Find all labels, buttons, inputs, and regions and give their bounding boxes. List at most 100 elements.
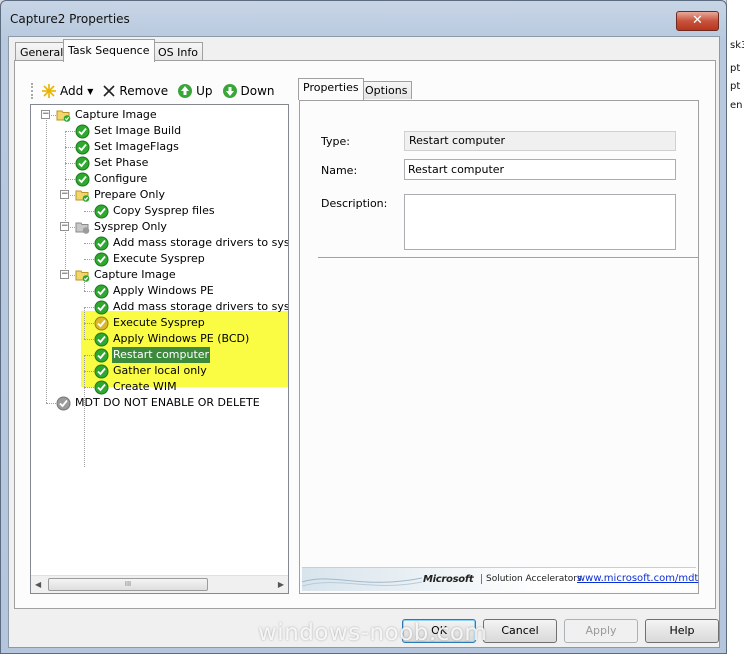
toolbar-grip — [31, 83, 37, 99]
up-button[interactable]: Up — [177, 83, 213, 99]
folder-check-icon — [75, 270, 90, 282]
tree-item[interactable]: Capture Image — [75, 267, 177, 283]
tree-connector-line — [65, 131, 66, 273]
tree-item[interactable]: Add mass storage drivers to sysprep.ii — [94, 299, 288, 315]
check-icon — [94, 252, 109, 266]
scroll-thumb[interactable]: III — [48, 578, 208, 591]
tree-connector-line — [46, 113, 47, 403]
add-label: Add — [60, 84, 84, 98]
tree-item[interactable]: Create WIM — [94, 379, 178, 395]
task-sequence-tree[interactable]: − Capture Image Set Image Build Set ImageFl… — [30, 104, 289, 594]
folder-check-icon — [56, 110, 71, 122]
tree-expander-icon[interactable]: − — [41, 110, 50, 119]
arrow-up-icon — [178, 84, 193, 98]
background-text: en — [730, 100, 743, 111]
tree-item[interactable]: Gather local only — [94, 363, 208, 379]
tab-task-sequence[interactable]: Task Sequence — [63, 39, 155, 62]
tree-item-label: Set Image Build — [94, 124, 182, 137]
down-button[interactable]: Down — [222, 83, 275, 99]
tree-item[interactable]: Set ImageFlags — [75, 139, 180, 155]
tree-item[interactable]: Sysprep Only — [75, 219, 168, 235]
description-label: Description: — [321, 197, 388, 210]
tree-connector-line — [46, 403, 56, 404]
tree-connector-line — [65, 147, 75, 148]
tree-item-label: Sysprep Only — [94, 220, 167, 233]
check-icon — [75, 124, 90, 138]
check-icon — [75, 156, 90, 170]
background-window: sk3 pt pt en — [726, 0, 744, 654]
tab-properties[interactable]: Properties — [298, 78, 364, 100]
banner-wave-graphic — [302, 577, 422, 587]
remove-button[interactable]: Remove — [102, 84, 168, 98]
tree-item[interactable]: MDT DO NOT ENABLE OR DELETE — [56, 395, 261, 411]
tree-item[interactable]: Prepare Only — [75, 187, 166, 203]
mdt-link[interactable]: www.microsoft.com/mdt — [577, 573, 698, 584]
tree-item-label: Set ImageFlags — [94, 140, 179, 153]
tree-item-label: MDT DO NOT ENABLE OR DELETE — [75, 396, 260, 409]
tree-item[interactable]: Add mass storage drivers to sysprep.ii — [94, 235, 288, 251]
tree-expander-icon[interactable]: − — [60, 270, 69, 279]
title-bar[interactable]: Capture2 Properties ✕ — [1, 1, 726, 35]
tree-content: − Capture Image Set Image Build Set ImageFl… — [31, 105, 288, 575]
close-button[interactable]: ✕ — [676, 11, 719, 31]
solution-accelerators-text: Solution Accelerators — [481, 574, 582, 584]
tree-item-label: Add mass storage drivers to sysprep.ii — [113, 236, 288, 249]
tree-item-label: Apply Windows PE (BCD) — [113, 332, 250, 345]
tree-item[interactable]: Execute Sysprep — [94, 251, 206, 267]
tree-item-label: Capture Image — [75, 108, 157, 121]
scroll-right-icon[interactable]: ▶ — [278, 580, 284, 589]
tree-item-label: Execute Sysprep — [113, 316, 205, 329]
horizontal-scrollbar[interactable]: ◀ III ▶ — [31, 575, 288, 593]
check-icon — [94, 300, 109, 314]
tree-item-label: Copy Sysprep files — [113, 204, 215, 217]
tree-connector-line — [84, 355, 94, 356]
scroll-left-icon[interactable]: ◀ — [35, 580, 41, 589]
tree-item[interactable]: Apply Windows PE — [94, 283, 215, 299]
description-field[interactable] — [404, 194, 676, 250]
apply-button[interactable]: Apply — [564, 619, 638, 643]
check-icon — [75, 172, 90, 186]
tree-connector-line — [84, 339, 94, 340]
tree-item[interactable]: Set Image Build — [75, 123, 182, 139]
tab-os-info[interactable]: OS Info — [153, 42, 203, 61]
cancel-button[interactable]: Cancel — [483, 619, 557, 643]
add-button[interactable]: Add ▼ — [41, 83, 93, 99]
help-button[interactable]: Help — [645, 619, 719, 643]
background-text: pt — [730, 63, 741, 74]
check-icon — [94, 236, 109, 250]
tree-connector-line — [84, 259, 94, 260]
tree-item-label: Restart computer — [112, 347, 211, 363]
remove-x-icon — [103, 85, 115, 97]
tree-expander-icon[interactable]: − — [60, 222, 69, 231]
tree-item[interactable]: Restart computer — [94, 347, 211, 363]
tab-options[interactable]: Options — [360, 81, 413, 99]
type-value: Restart computer — [404, 131, 676, 151]
type-label: Type: — [321, 135, 350, 148]
tree-item[interactable]: Copy Sysprep files — [94, 203, 216, 219]
tree-item[interactable]: Set Phase — [75, 155, 149, 171]
watermark: windows-noob.com — [258, 620, 488, 646]
name-field[interactable]: Restart computer — [404, 159, 676, 180]
tree-item[interactable]: Capture Image — [56, 107, 158, 123]
tree-item[interactable]: Execute Sysprep — [94, 315, 206, 331]
folder-disabled-icon — [75, 222, 90, 234]
tree-expander-icon[interactable]: − — [60, 190, 69, 199]
check-icon — [75, 140, 90, 154]
dialog-client-area: General Task Sequence OS Info Add ▼ Remo… — [8, 36, 720, 648]
tree-item-label: Add mass storage drivers to sysprep.ii — [113, 300, 288, 313]
arrow-down-icon — [222, 84, 237, 98]
task-sequence-page: Add ▼ Remove Up Down − Capture Image Set… — [14, 60, 716, 609]
tree-item[interactable]: Apply Windows PE (BCD) — [94, 331, 250, 347]
properties-dialog: Capture2 Properties ✕ General Task Seque… — [0, 0, 727, 654]
check-yellow-icon — [94, 316, 109, 330]
folder-check-icon — [75, 190, 90, 202]
remove-label: Remove — [119, 84, 169, 98]
tree-connector-line — [84, 211, 94, 212]
tree-connector-line — [84, 291, 94, 292]
check-icon — [94, 332, 109, 346]
tree-item-label: Gather local only — [113, 364, 207, 377]
tab-general[interactable]: General — [15, 42, 69, 61]
tree-item[interactable]: Configure — [75, 171, 148, 187]
tree-connector-line — [65, 179, 75, 180]
tree-item-label: Capture Image — [94, 268, 176, 281]
